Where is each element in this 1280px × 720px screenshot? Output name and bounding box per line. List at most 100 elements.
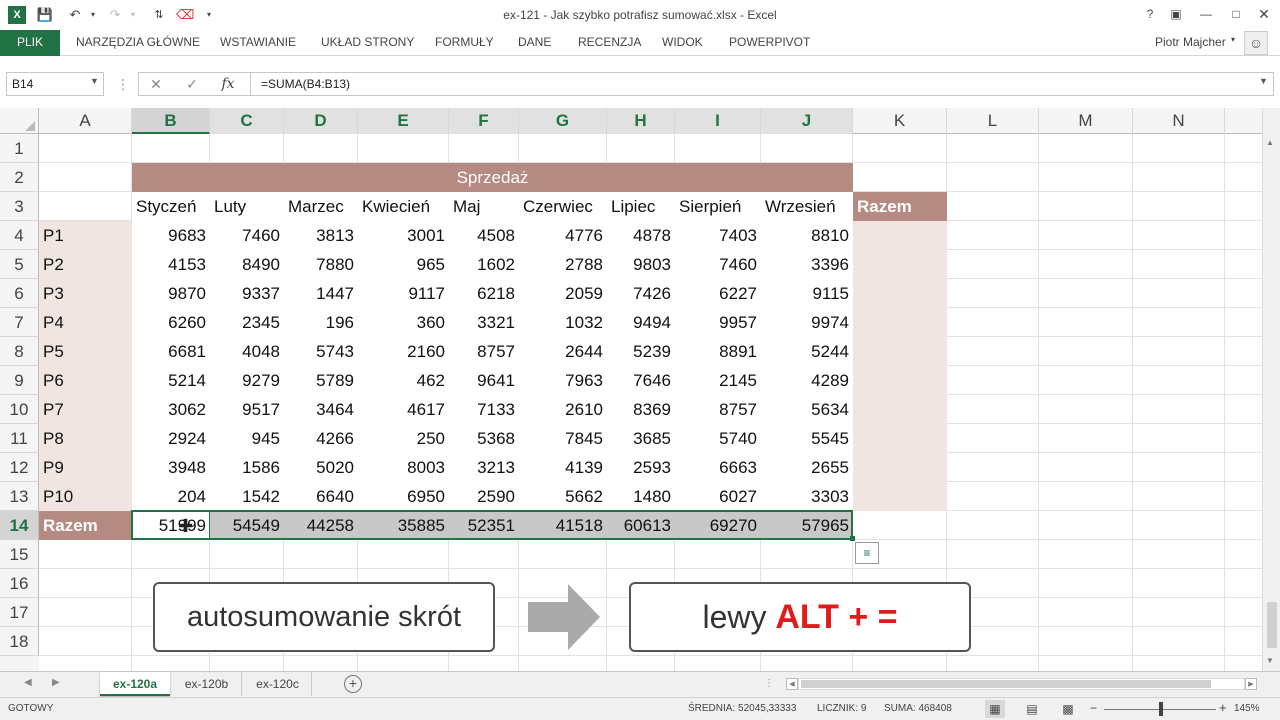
- data-cell[interactable]: 4776: [519, 221, 607, 250]
- data-cell[interactable]: 6027: [675, 482, 761, 511]
- data-cell[interactable]: 4508: [449, 221, 519, 250]
- data-cell[interactable]: 4139: [519, 453, 607, 482]
- quick-analysis-icon[interactable]: ≡: [855, 542, 879, 564]
- tab-formulas[interactable]: FORMUŁY: [421, 30, 508, 56]
- data-cell[interactable]: 3396: [761, 250, 853, 279]
- data-cell[interactable]: 4048: [210, 337, 284, 366]
- data-cell[interactable]: 2788: [519, 250, 607, 279]
- vscroll-up-icon[interactable]: ▲: [1266, 138, 1274, 147]
- row-label[interactable]: P6: [39, 366, 132, 395]
- data-cell[interactable]: 5020: [284, 453, 358, 482]
- row-header-10[interactable]: 10: [0, 395, 39, 424]
- page-layout-view-icon[interactable]: ▤: [1022, 700, 1042, 718]
- data-cell[interactable]: 3321: [449, 308, 519, 337]
- data-cell[interactable]: 3685: [607, 424, 675, 453]
- page-break-view-icon[interactable]: ▩: [1058, 700, 1078, 718]
- data-cell[interactable]: 7460: [675, 250, 761, 279]
- vertical-scrollbar[interactable]: ▲ ▼: [1262, 108, 1280, 671]
- month-header[interactable]: Styczeń: [132, 192, 210, 221]
- row-header-17[interactable]: 17: [0, 598, 39, 627]
- row-label[interactable]: P3: [39, 279, 132, 308]
- horizontal-scrollbar-track[interactable]: [798, 678, 1245, 690]
- data-cell[interactable]: 8369: [607, 395, 675, 424]
- vscroll-down-icon[interactable]: ▼: [1266, 656, 1274, 665]
- data-cell[interactable]: 3813: [284, 221, 358, 250]
- minimize-icon[interactable]: —: [1196, 5, 1216, 23]
- row-header-14[interactable]: 14: [0, 511, 39, 540]
- data-cell[interactable]: 2644: [519, 337, 607, 366]
- data-cell[interactable]: 4266: [284, 424, 358, 453]
- tab-home[interactable]: NARZĘDZIA GŁÓWNE: [62, 30, 214, 56]
- row-header-13[interactable]: 13: [0, 482, 39, 511]
- user-menu-chevron-icon[interactable]: ▾: [1231, 35, 1235, 44]
- ribbon-display-options-icon[interactable]: ▣: [1166, 5, 1186, 23]
- data-cell[interactable]: 9117: [358, 279, 449, 308]
- month-header[interactable]: Lipiec: [607, 192, 675, 221]
- data-cell[interactable]: 9517: [210, 395, 284, 424]
- close-icon[interactable]: ✕: [1254, 5, 1274, 23]
- data-cell[interactable]: 6950: [358, 482, 449, 511]
- data-cell[interactable]: 2160: [358, 337, 449, 366]
- data-cell[interactable]: 9803: [607, 250, 675, 279]
- data-cell[interactable]: 5743: [284, 337, 358, 366]
- status-count[interactable]: LICZNIK: 9: [817, 703, 866, 714]
- row-header-18[interactable]: 18: [0, 627, 39, 656]
- data-cell[interactable]: 3062: [132, 395, 210, 424]
- data-cell[interactable]: 6260: [132, 308, 210, 337]
- data-cell[interactable]: 5214: [132, 366, 210, 395]
- row-label[interactable]: P10: [39, 482, 132, 511]
- data-cell[interactable]: 7460: [210, 221, 284, 250]
- zoom-slider-thumb[interactable]: [1159, 702, 1163, 716]
- month-header[interactable]: Marzec: [284, 192, 358, 221]
- row-header-8[interactable]: 8: [0, 337, 39, 366]
- zoom-level[interactable]: 145%: [1234, 703, 1260, 714]
- row-header-7[interactable]: 7: [0, 308, 39, 337]
- avatar[interactable]: ☺: [1244, 31, 1268, 55]
- data-cell[interactable]: 5545: [761, 424, 853, 453]
- totals-label[interactable]: Razem: [39, 511, 132, 540]
- data-cell[interactable]: 9279: [210, 366, 284, 395]
- data-cell[interactable]: 462: [358, 366, 449, 395]
- sheet-tab-ex-120c[interactable]: ex-120c: [244, 672, 312, 696]
- data-cell[interactable]: 2345: [210, 308, 284, 337]
- row-label[interactable]: P2: [39, 250, 132, 279]
- tab-insert[interactable]: WSTAWIANIE: [206, 30, 310, 56]
- row-label[interactable]: P1: [39, 221, 132, 250]
- data-cell[interactable]: 9115: [761, 279, 853, 308]
- data-cell[interactable]: 3213: [449, 453, 519, 482]
- column-header-g[interactable]: G: [519, 108, 607, 134]
- data-cell[interactable]: 204: [132, 482, 210, 511]
- data-cell[interactable]: 2924: [132, 424, 210, 453]
- column-header-j[interactable]: J: [761, 108, 853, 134]
- user-name[interactable]: Piotr Majcher: [1155, 35, 1226, 49]
- data-cell[interactable]: 4878: [607, 221, 675, 250]
- expand-formula-bar-icon[interactable]: ▼: [1259, 76, 1268, 86]
- data-cell[interactable]: 3464: [284, 395, 358, 424]
- row-header-15[interactable]: 15: [0, 540, 39, 569]
- data-cell[interactable]: 9957: [675, 308, 761, 337]
- row-header-2[interactable]: 2: [0, 163, 39, 192]
- column-header-i[interactable]: I: [675, 108, 761, 134]
- data-cell[interactable]: 8490: [210, 250, 284, 279]
- data-cell[interactable]: 6663: [675, 453, 761, 482]
- normal-view-icon[interactable]: ▦: [985, 700, 1005, 718]
- row-label[interactable]: P7: [39, 395, 132, 424]
- status-sum[interactable]: SUMA: 468408: [884, 703, 952, 714]
- tab-data[interactable]: DANE: [504, 30, 565, 56]
- insert-function-icon[interactable]: fx: [218, 74, 238, 94]
- data-cell[interactable]: 2590: [449, 482, 519, 511]
- data-cell[interactable]: 8757: [449, 337, 519, 366]
- row-header-12[interactable]: 12: [0, 453, 39, 482]
- data-cell[interactable]: 5789: [284, 366, 358, 395]
- data-cell[interactable]: 5244: [761, 337, 853, 366]
- data-cell[interactable]: 5239: [607, 337, 675, 366]
- data-cell[interactable]: 5740: [675, 424, 761, 453]
- data-cell[interactable]: 4289: [761, 366, 853, 395]
- zoom-in-icon[interactable]: +: [1219, 700, 1227, 715]
- data-cell[interactable]: 5634: [761, 395, 853, 424]
- data-cell[interactable]: 9641: [449, 366, 519, 395]
- tab-powerpivot[interactable]: POWERPIVOT: [715, 30, 824, 56]
- column-header-k[interactable]: K: [853, 108, 947, 134]
- data-cell[interactable]: 250: [358, 424, 449, 453]
- row-label[interactable]: P8: [39, 424, 132, 453]
